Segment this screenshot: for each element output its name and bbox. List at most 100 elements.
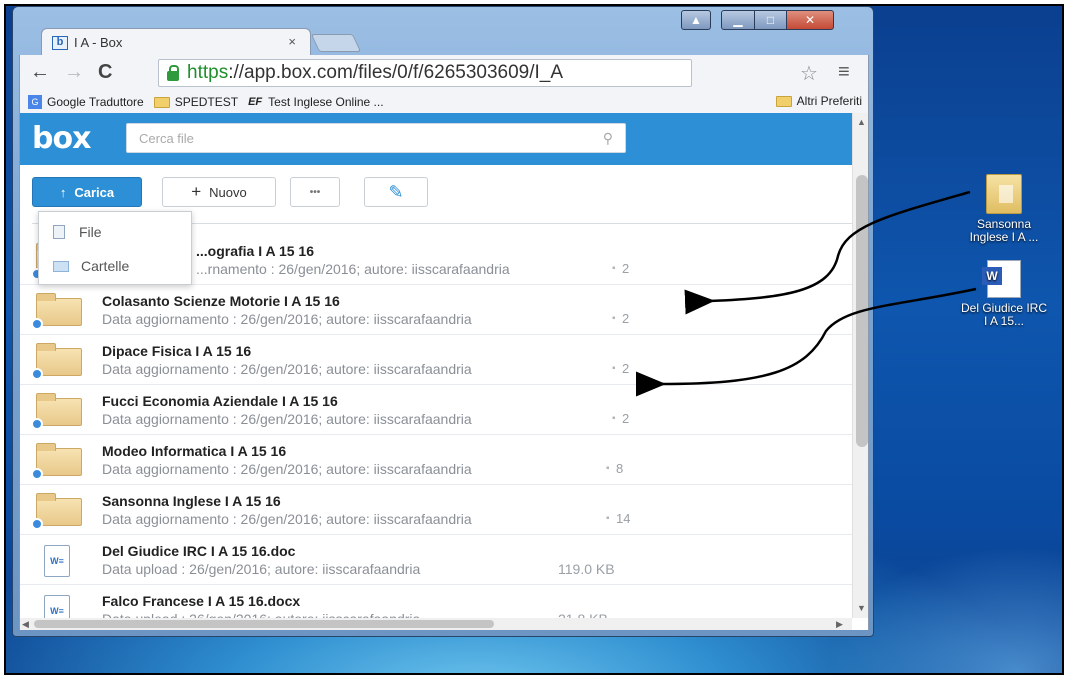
file-count-icon: ▪	[606, 513, 610, 524]
upload-menu-folders[interactable]: Cartelle	[53, 258, 129, 274]
search-icon[interactable]: ⚲	[603, 130, 613, 147]
bookmark-label: Google Traduttore	[47, 95, 144, 109]
folder-row[interactable]: Sansonna Inglese I A 15 16 Data aggiornam…	[20, 485, 852, 535]
file-name[interactable]: Del Giudice IRC I A 15 16.doc	[102, 543, 295, 559]
shared-folder-icon	[31, 293, 82, 330]
more-button[interactable]: •••	[290, 177, 340, 207]
file-name[interactable]: Sansonna Inglese I A 15 16	[102, 493, 281, 509]
file-meta: Data aggiornamento : 26/gen/2016; autore…	[102, 411, 472, 427]
bookmark-test-inglese[interactable]: EF Test Inglese Online ...	[248, 95, 383, 109]
file-icon	[53, 225, 65, 239]
maximize-button[interactable]: □	[754, 10, 787, 30]
tab-close-icon[interactable]: ×	[288, 34, 296, 49]
url-path: ://app.box.com/files/0/f/6265303609/I_A	[228, 62, 564, 83]
menu-icon[interactable]: ≡	[838, 61, 850, 84]
item-count: 8	[616, 461, 624, 476]
browser-window: ▲ ▁ □ ✕ b I A - Box × ← → C https://app.…	[12, 6, 874, 637]
box-header: box Cerca file ⚲	[20, 113, 852, 165]
folder-icon	[986, 174, 1022, 214]
bookmarks-bar: G Google Traduttore SPEDTEST EF Test Ing…	[19, 91, 869, 113]
user-icon[interactable]: ▲	[681, 10, 711, 30]
folder-row[interactable]: Modeo Informatica I A 15 16 Data aggiorna…	[20, 435, 852, 485]
close-window-button[interactable]: ✕	[786, 10, 834, 30]
other-bookmarks[interactable]: Altri Preferiti	[775, 94, 862, 108]
file-name[interactable]: ...ografia I A 15 16	[196, 243, 314, 259]
ef-icon: EF	[248, 96, 263, 108]
scroll-right-icon[interactable]: ▶	[836, 619, 843, 630]
search-input[interactable]: Cerca file ⚲	[126, 123, 626, 153]
shared-folder-icon	[31, 493, 82, 530]
box-page: box Cerca file ⚲ ↑ Carica + Nuovo ••• ✎	[19, 113, 869, 630]
file-meta: ...rnamento : 26/gen/2016; autore: iissc…	[196, 261, 510, 277]
edit-pencil-button[interactable]: ✎	[364, 177, 428, 207]
shared-folder-icon	[31, 443, 82, 480]
file-meta: Data aggiornamento : 26/gen/2016; autore…	[102, 311, 472, 327]
browser-tab[interactable]: b I A - Box ×	[41, 28, 311, 56]
item-count: 2	[622, 411, 630, 426]
word-doc-icon: W	[982, 260, 1021, 298]
menu-label: File	[79, 224, 102, 240]
scroll-up-icon[interactable]: ▲	[857, 117, 866, 127]
word-doc-icon: W≡	[36, 545, 70, 577]
file-meta: Data aggiornamento : 26/gen/2016; autore…	[102, 361, 472, 377]
item-count: 2	[622, 311, 630, 326]
file-name[interactable]: Colasanto Scienze Motorie I A 15 16	[102, 293, 340, 309]
more-icon: •••	[309, 186, 321, 198]
folder-row[interactable]: Fucci Economia Aziendale I A 15 16 Data a…	[20, 385, 852, 435]
bookmark-label: SPEDTEST	[174, 95, 239, 109]
file-count-icon: ▪	[612, 413, 616, 424]
folder-icon	[775, 95, 792, 107]
bookmark-star-icon[interactable]: ☆	[800, 61, 818, 86]
desktop-icon-sansonna[interactable]: Sansonna Inglese I A ...	[959, 174, 1049, 244]
file-meta: Data aggiornamento : 26/gen/2016; autore…	[102, 461, 472, 477]
back-arrow-icon[interactable]: ←	[30, 61, 50, 84]
pencil-icon: ✎	[388, 181, 404, 202]
forward-arrow-icon[interactable]: →	[64, 61, 84, 84]
file-meta: Data upload : 26/gen/2016; autore: iissc…	[102, 561, 421, 577]
file-count-icon: ▪	[612, 363, 616, 374]
reload-icon[interactable]: C	[98, 61, 112, 84]
vertical-scrollbar[interactable]: ▲ ▼	[852, 113, 868, 618]
desktop-icon-del-giudice[interactable]: W Del Giudice IRC I A 15...	[959, 260, 1049, 328]
folder-icon	[53, 260, 69, 272]
horizontal-scroll-thumb[interactable]	[34, 620, 494, 628]
upload-menu-file[interactable]: File	[53, 224, 102, 240]
desktop-icon-label: Sansonna Inglese I A ...	[969, 217, 1039, 244]
folder-row[interactable]: Colasanto Scienze Motorie I A 15 16 Data …	[20, 285, 852, 335]
horizontal-scrollbar[interactable]: ◀ ▶	[20, 618, 852, 630]
upload-button[interactable]: ↑ Carica	[32, 177, 142, 207]
file-size: 119.0 KB	[558, 561, 615, 577]
bookmark-google-traduttore[interactable]: G Google Traduttore	[28, 95, 144, 109]
shared-folder-icon	[31, 343, 82, 380]
file-count-icon: ▪	[612, 263, 616, 274]
search-placeholder: Cerca file	[139, 130, 194, 146]
vertical-scroll-thumb[interactable]	[856, 175, 868, 447]
item-count: 2	[622, 261, 630, 276]
upload-menu: File Cartelle	[38, 211, 192, 285]
folder-row[interactable]: Dipace Fisica I A 15 16 Data aggiornament…	[20, 335, 852, 385]
upload-arrow-icon: ↑	[59, 184, 67, 200]
desktop-icon-label: Del Giudice IRC I A 15...	[960, 301, 1048, 328]
file-name[interactable]: Fucci Economia Aziendale I A 15 16	[102, 393, 338, 409]
url-scheme: https	[187, 62, 229, 83]
desktop: ▲ ▁ □ ✕ b I A - Box × ← → C https://app.…	[4, 4, 1064, 675]
file-name[interactable]: Falco Francese I A 15 16.docx	[102, 593, 300, 609]
upload-label: Carica	[74, 184, 115, 200]
browser-toolbar: ← → C https://app.box.com/files/0/f/6265…	[19, 55, 869, 91]
bookmark-spedtest[interactable]: SPEDTEST	[153, 95, 239, 109]
scroll-down-icon[interactable]: ▼	[857, 603, 866, 613]
address-bar[interactable]: https://app.box.com/files/0/f/6265303609…	[158, 59, 692, 87]
scroll-left-icon[interactable]: ◀	[22, 619, 29, 630]
file-name[interactable]: Modeo Informatica I A 15 16	[102, 443, 286, 459]
minimize-button[interactable]: ▁	[721, 10, 755, 30]
new-button[interactable]: + Nuovo	[162, 177, 276, 207]
box-favicon-icon: b	[52, 35, 68, 50]
menu-label: Cartelle	[81, 258, 130, 274]
google-translate-icon: G	[28, 95, 42, 109]
box-logo[interactable]: box	[32, 121, 91, 156]
file-row[interactable]: W≡ Del Giudice IRC I A 15 16.doc Data uplo…	[20, 535, 852, 585]
new-tab-button[interactable]	[310, 34, 362, 52]
bookmark-label: Test Inglese Online ...	[268, 95, 384, 109]
lock-icon	[167, 65, 179, 81]
file-name[interactable]: Dipace Fisica I A 15 16	[102, 343, 251, 359]
